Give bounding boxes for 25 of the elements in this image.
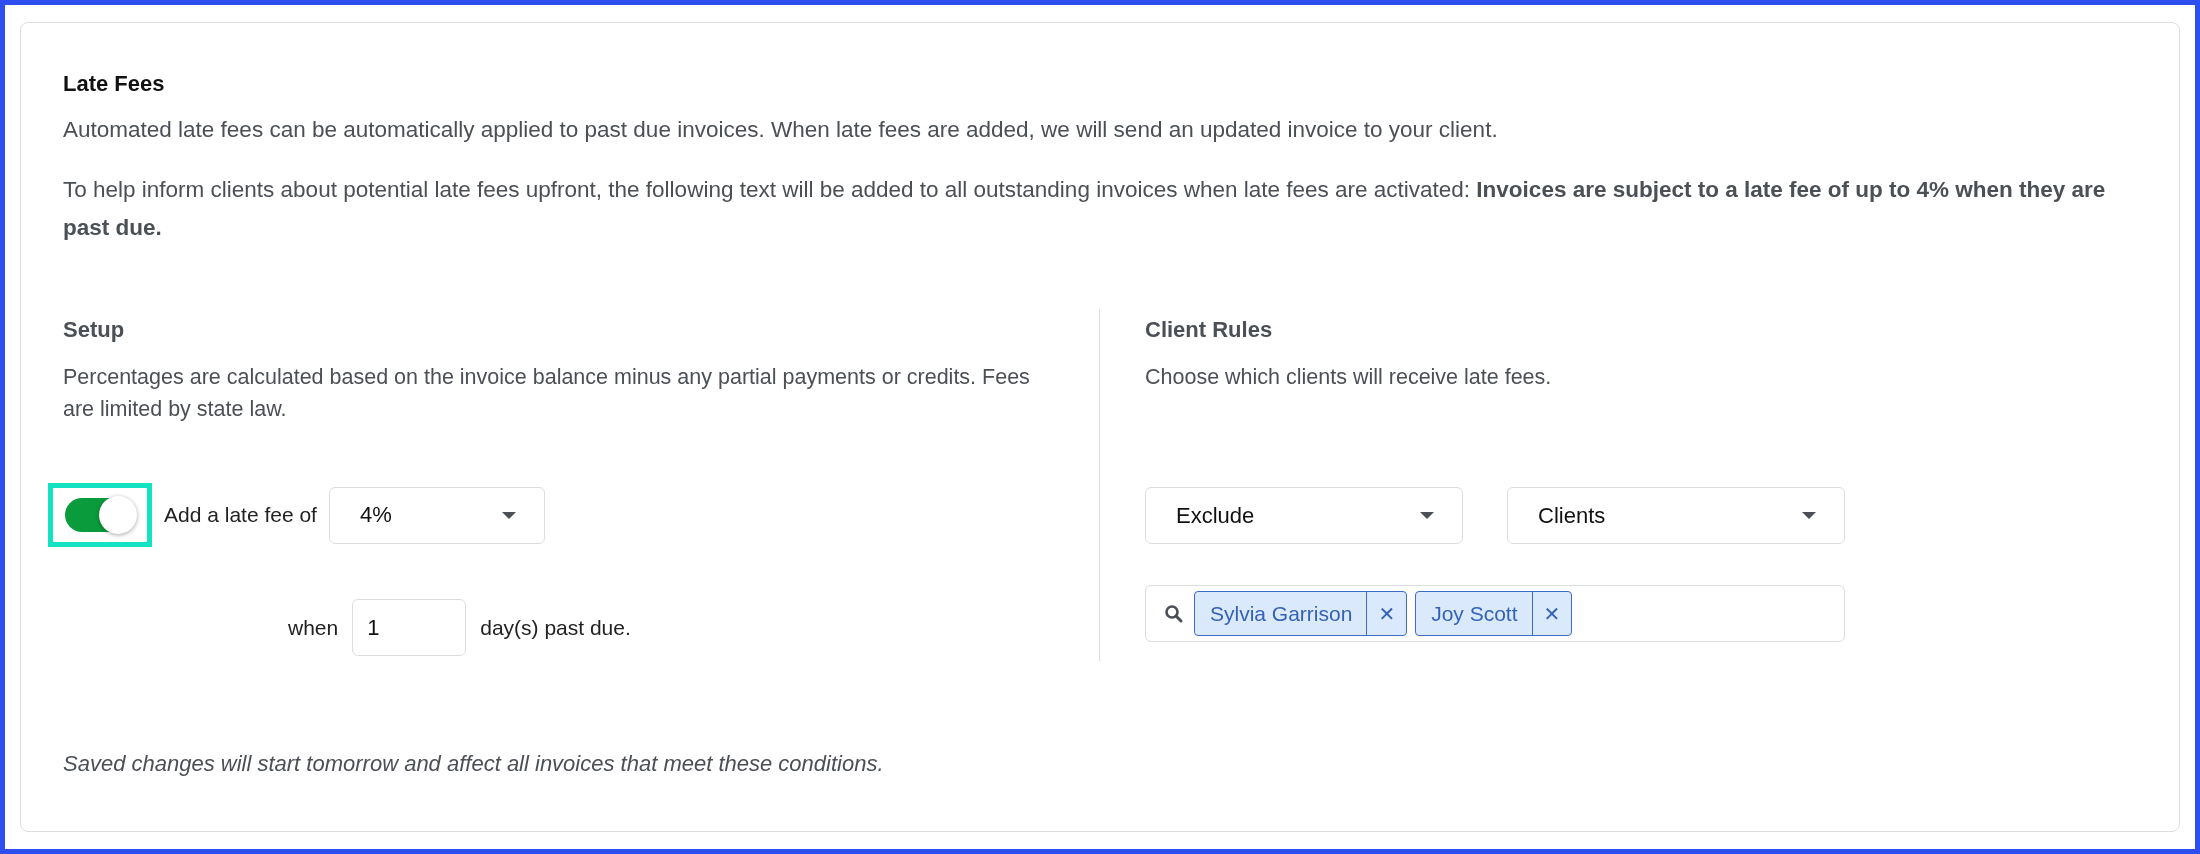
description: Choose which clients will receive late fees. [1145,364,1553,391]
target-select[interactable]: Clients [1507,487,1845,544]
paragraph: To help inform clients about potential late fees upfront, the following text will be added to all outstanding invoices when late fees are activated: Invoices are subject to a late fee of up to 4% when they are past due. [63,176,2107,242]
section-title: Late Fees [63,71,166,97]
fee-label: Add a late fee of [164,503,317,527]
client-tag: Sylvia Garrison ✕ [1194,591,1408,636]
paragraph: Automated late fees can be automatically applied to past due invoices. When late fees are added, we will send an updated invoice to your client. [63,116,1499,144]
remove-tag-button[interactable]: ✕ [1366,592,1407,635]
search-icon [1164,603,1184,624]
caret-icon [1802,512,1816,519]
toggle-switch[interactable] [65,498,135,532]
caret-icon [501,511,516,519]
section-heading: Client Rules [1145,317,1274,343]
when-label: when [288,615,339,640]
remove-tag-button[interactable]: ✕ [1531,592,1572,635]
description: Percentages are calculated based on the invoice balance minus any partial payments or credits. Fees are limited by state law. [63,364,1031,423]
client-search-field[interactable]: Sylvia Garrison ✕ Joy Scott ✕ [1145,585,1845,642]
mode-select[interactable]: Exclude [1145,487,1463,544]
caret-icon [1420,512,1434,519]
section-heading: Setup [63,317,126,343]
footer-note: Saved changes will start tomorrow and affect all invoices that meet these conditions. [63,751,885,777]
days-suffix: day(s) past due. [480,615,631,640]
client-tag: Joy Scott ✕ [1415,591,1573,636]
fee-select[interactable]: 4% [328,486,545,544]
days-field[interactable]: 1 [352,599,467,656]
